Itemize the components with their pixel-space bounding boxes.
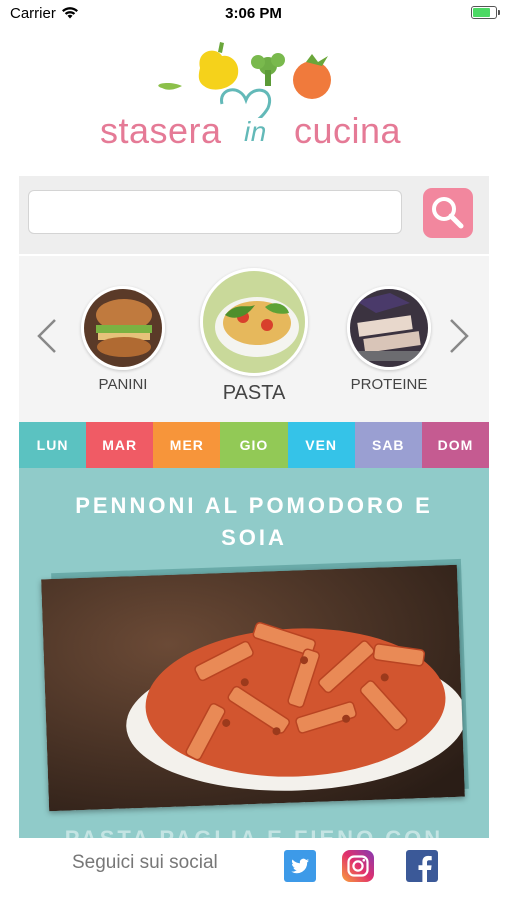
pasta-image	[200, 268, 308, 376]
tab-dom[interactable]: DOM	[421, 422, 489, 468]
category-carousel[interactable]: PANINI PASTA PROTEINE	[19, 256, 489, 422]
category-proteine[interactable]: PROTEINE	[341, 286, 437, 393]
day-label: LUN	[36, 437, 69, 453]
tab-mar[interactable]: MAR	[86, 422, 154, 468]
battery-icon	[471, 6, 500, 19]
recipe-photo[interactable]	[41, 564, 465, 812]
category-label: PROTEINE	[350, 376, 428, 393]
search-icon	[432, 197, 464, 229]
logo-word-stasera: stasera	[100, 110, 222, 151]
search-bar	[19, 176, 489, 254]
facebook-icon[interactable]	[406, 850, 438, 882]
category-pasta[interactable]: PASTA	[199, 268, 309, 405]
category-label: PASTA	[222, 382, 286, 404]
chevron-right-icon[interactable]	[443, 316, 473, 356]
day-label: MAR	[102, 437, 138, 453]
category-label: PANINI	[98, 376, 148, 393]
status-time: 3:06 PM	[225, 5, 282, 22]
next-recipe-title: PASTA PAGLIA E FIENO CON	[49, 826, 459, 838]
logo-word-in: in	[244, 116, 267, 147]
day-label: VEN	[305, 437, 338, 453]
twitter-icon[interactable]	[284, 850, 316, 882]
tab-sab[interactable]: SAB	[354, 422, 422, 468]
logo-word-cucina: cucina	[294, 110, 402, 151]
panini-image	[81, 286, 165, 370]
social-label: Seguici sui social	[72, 852, 218, 873]
instagram-icon[interactable]	[342, 850, 374, 882]
tab-mer[interactable]: MER	[153, 422, 221, 468]
day-label: DOM	[437, 437, 474, 453]
proteine-image	[347, 286, 431, 370]
social-footer: Seguici sui social	[0, 838, 507, 900]
day-tabs: LUN MAR MER GIO VEN SAB DOM	[19, 422, 489, 468]
search-input[interactable]	[28, 190, 402, 234]
category-panini[interactable]: PANINI	[79, 286, 167, 393]
day-label: MER	[169, 437, 204, 453]
tab-lun[interactable]: LUN	[19, 422, 87, 468]
status-bar: Carrier 3:06 PM	[0, 0, 507, 30]
recipe-card[interactable]: PENNONI AL POMODORO E SOIA	[19, 468, 489, 838]
chevron-left-icon[interactable]	[33, 316, 63, 356]
search-button[interactable]	[423, 188, 473, 238]
day-label: GIO	[239, 437, 269, 453]
app-logo: stasera in cucina	[100, 38, 410, 168]
logo-vegetables-graphic	[158, 42, 331, 118]
tab-ven[interactable]: VEN	[287, 422, 355, 468]
tab-gio[interactable]: GIO	[220, 422, 288, 468]
recipe-title: PENNONI AL POMODORO E SOIA	[75, 493, 433, 550]
day-label: SAB	[371, 437, 405, 453]
